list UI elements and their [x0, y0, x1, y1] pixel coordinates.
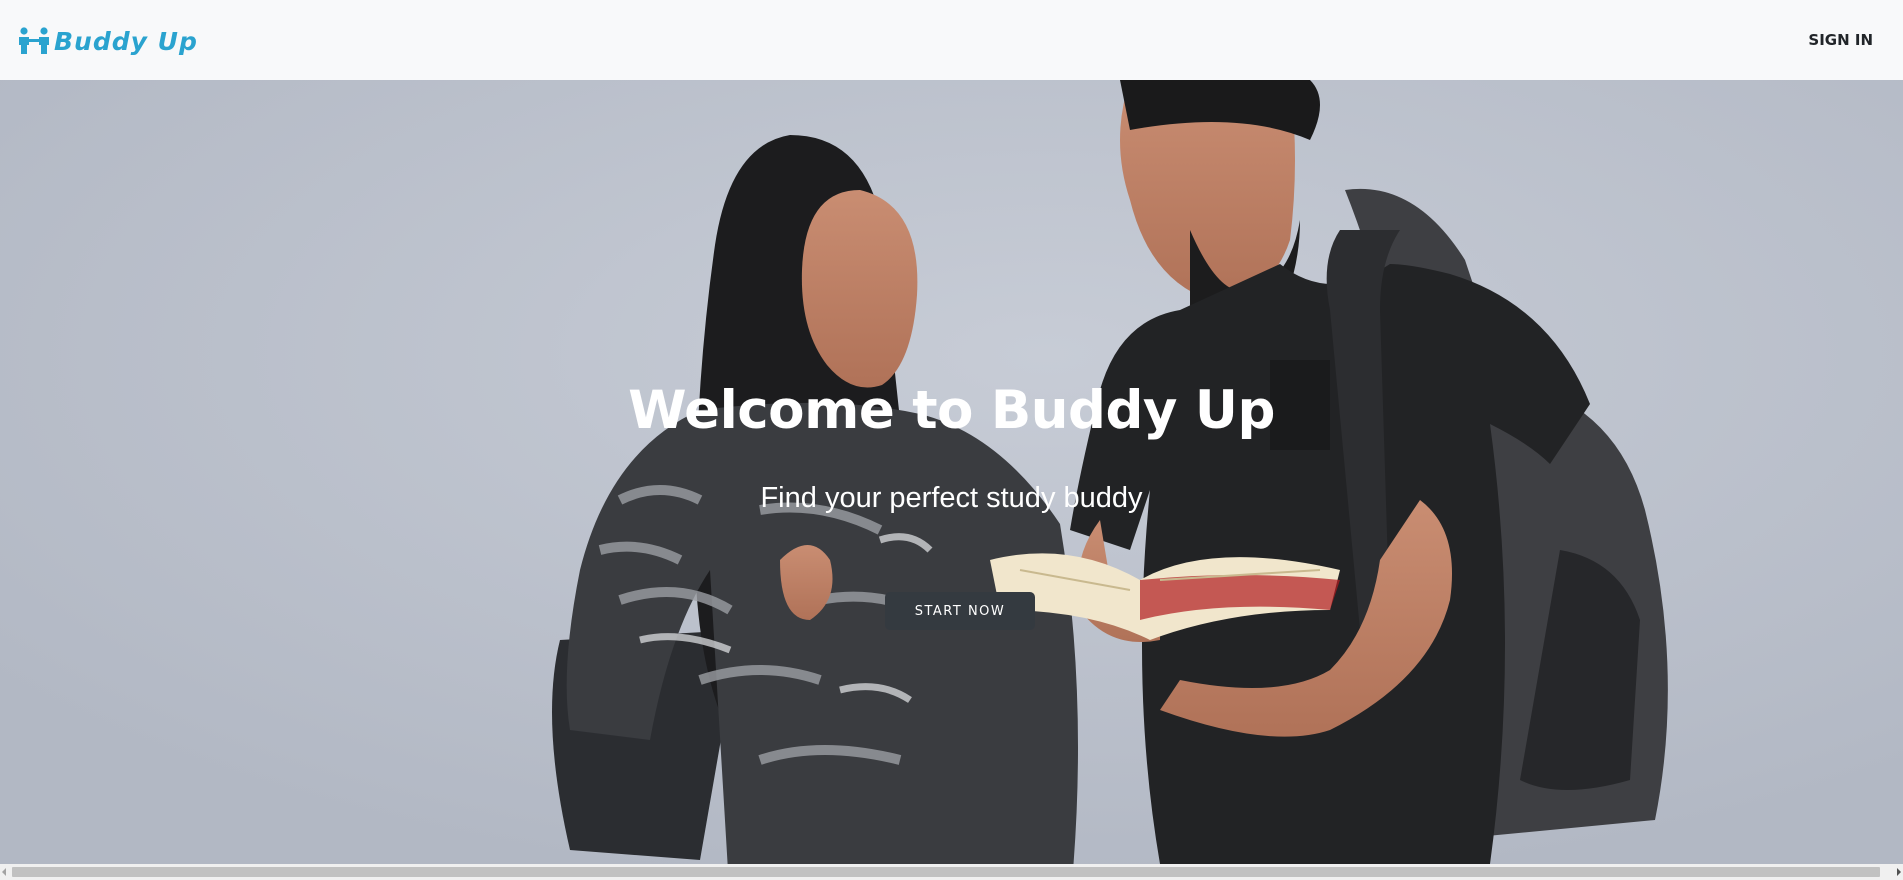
hero-section: Welcome to Buddy Up Find your perfect st… — [0, 80, 1903, 864]
scroll-right-arrow-icon[interactable] — [1897, 868, 1901, 876]
start-now-button[interactable]: START NOW — [885, 592, 1035, 630]
horizontal-scrollbar[interactable] — [0, 864, 1903, 880]
scrollbar-thumb[interactable] — [12, 867, 1880, 877]
sign-in-link[interactable]: SIGN IN — [1808, 31, 1873, 49]
brand-name: Buddy Up — [54, 26, 198, 56]
people-connect-icon — [19, 27, 49, 54]
brand-logo-link[interactable]: Buddy Up — [18, 24, 198, 58]
hero-title: Welcome to Buddy Up — [628, 380, 1275, 441]
hero-photo — [0, 80, 1903, 864]
hero-subtitle: Find your perfect study buddy — [760, 482, 1143, 514]
scroll-left-arrow-icon[interactable] — [2, 868, 6, 876]
navbar: Buddy Up SIGN IN — [0, 0, 1903, 80]
